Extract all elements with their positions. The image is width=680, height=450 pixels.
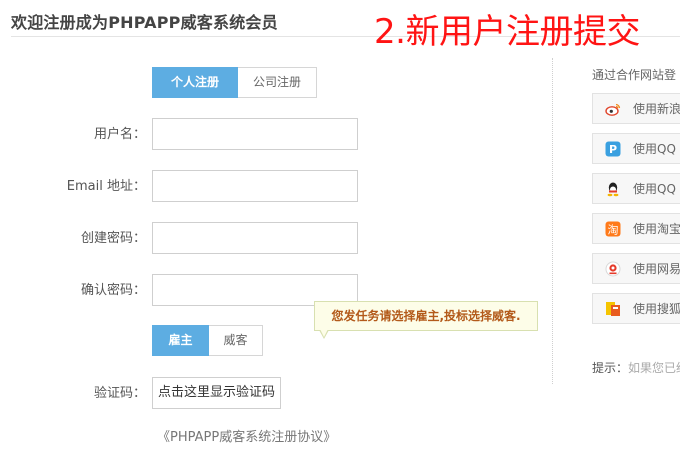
login-with-sohu-button[interactable]: 使用搜狐 <box>592 293 680 324</box>
role-tabs: 雇主 威客 <box>152 325 263 356</box>
netease-icon <box>605 261 621 277</box>
email-input[interactable] <box>152 170 358 202</box>
login-with-weibo-button[interactable]: 使用新浪 <box>592 93 680 124</box>
show-captcha-button[interactable]: 点击这里显示验证码 <box>152 377 282 409</box>
login-with-pp-button[interactable]: P 使用QQ <box>592 133 680 164</box>
tooltip-arrow-fill <box>320 329 328 337</box>
username-label: 用户名： <box>93 127 146 142</box>
login-with-qq-button[interactable]: 使用QQ <box>592 173 680 204</box>
tab-company-register[interactable]: 公司注册 <box>238 67 317 98</box>
captcha-label: 验证码： <box>93 386 146 401</box>
svg-text:淘: 淘 <box>608 223 619 236</box>
login-with-taobao-label: 使用淘宝 <box>633 222 680 236</box>
password-label: 创建密码： <box>80 231 146 246</box>
login-with-weibo-label: 使用新浪 <box>633 102 680 116</box>
partner-login-heading: 通过合作网站登 <box>592 68 677 82</box>
tab-freelancer[interactable]: 威客 <box>209 325 263 356</box>
svg-text:P: P <box>609 143 617 156</box>
pp-icon: P <box>605 141 621 157</box>
partner-login-hint: 提示：如果您已经 <box>592 359 680 376</box>
weibo-icon <box>605 101 621 117</box>
login-with-qq-label: 使用QQ <box>633 182 676 196</box>
confirm-password-label: 确认密码： <box>80 283 146 298</box>
step-caption: 2.新用户注册提交 <box>374 12 640 52</box>
login-with-netease-label: 使用网易 <box>633 262 680 276</box>
registration-agreement-link[interactable]: 《PHPAPP威客系统注册协议》 <box>157 426 336 445</box>
email-label: Email 地址： <box>66 179 146 194</box>
page-title: 欢迎注册成为PHPAPP威客系统会员 <box>11 13 278 32</box>
login-with-netease-button[interactable]: 使用网易 <box>592 253 680 284</box>
username-input[interactable] <box>152 118 358 150</box>
password-input[interactable] <box>152 222 358 254</box>
column-divider <box>552 58 553 384</box>
login-with-sohu-label: 使用搜狐 <box>633 302 680 316</box>
account-type-tabs: 个人注册 公司注册 <box>152 67 317 98</box>
tab-personal-register[interactable]: 个人注册 <box>152 67 238 98</box>
role-hint-tooltip: 您发任务请选择雇主,投标选择威客. <box>314 301 538 331</box>
login-with-pp-label: 使用QQ <box>633 142 676 156</box>
hint-label: 提示： <box>592 361 629 375</box>
tab-employer[interactable]: 雇主 <box>152 325 209 356</box>
hint-text: 如果您已经 <box>628 361 680 375</box>
sohu-icon <box>605 301 621 317</box>
login-with-taobao-button[interactable]: 淘 使用淘宝 <box>592 213 680 244</box>
taobao-icon: 淘 <box>605 221 621 237</box>
qq-icon <box>605 181 621 197</box>
